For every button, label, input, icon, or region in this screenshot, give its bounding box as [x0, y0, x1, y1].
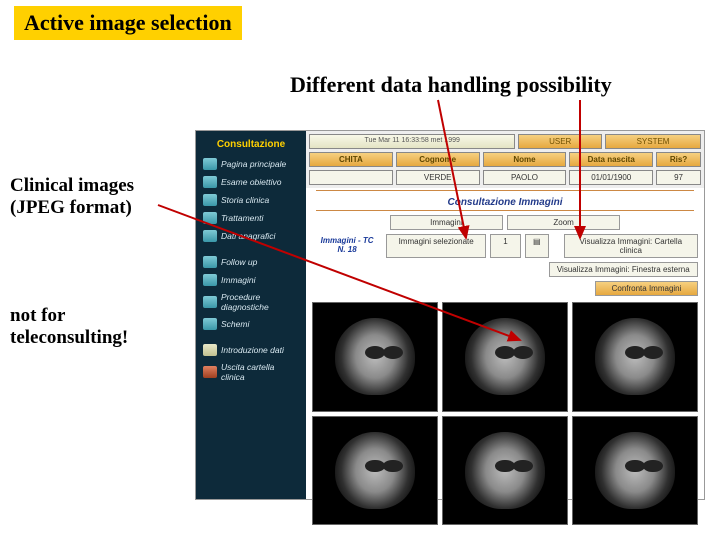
- col-zoom: Zoom: [507, 215, 620, 230]
- folder-icon: [203, 296, 217, 308]
- user-button[interactable]: USER: [518, 134, 602, 149]
- scan-thumbnail[interactable]: [572, 302, 698, 412]
- content-area: Tue Mar 11 16:33:58 met 1999 USER SYSTEM…: [306, 131, 704, 499]
- caption-clinical-images: Clinical images (JPEG format): [10, 175, 134, 219]
- controls-row-3: Confronta Immagini: [306, 279, 704, 298]
- sidebar-item-introduzione-dati[interactable]: Introduzione dati: [199, 342, 303, 358]
- col-nome: Nome: [483, 152, 567, 167]
- patient-header-row: CHITA Cognome Nome Data nascita Ris?: [306, 152, 704, 170]
- caption-teleconsulting: not for teleconsulting!: [10, 305, 128, 349]
- viz-esterna-button[interactable]: Visualizza Immagini: Finestra esterna: [549, 262, 699, 277]
- scan-thumbnail[interactable]: [572, 416, 698, 526]
- stepper-icon[interactable]: ▤: [525, 234, 549, 258]
- folder-icon: [203, 256, 217, 268]
- folder-icon: [203, 318, 217, 330]
- patient-value-row: VERDE PAOLO 01/01/1900 97: [306, 170, 704, 188]
- sidebar-item-immagini[interactable]: Immagini: [199, 272, 303, 288]
- col-chita: CHITA: [309, 152, 393, 167]
- val-nome: PAOLO: [483, 170, 567, 185]
- controls-row-2: Visualizza Immagini: Finestra esterna: [306, 260, 704, 279]
- col-cognome: Cognome: [396, 152, 480, 167]
- divider: [316, 190, 694, 191]
- val-ris: 97: [656, 170, 701, 185]
- exit-icon: [203, 366, 217, 378]
- timestamp-field: Tue Mar 11 16:33:58 met 1999: [309, 134, 515, 149]
- document-icon: [203, 344, 217, 356]
- folder-icon: [203, 274, 217, 286]
- count-field[interactable]: 1: [490, 234, 521, 258]
- val-data-nascita: 01/01/1900: [569, 170, 653, 185]
- topbar: Tue Mar 11 16:33:58 met 1999 USER SYSTEM: [306, 131, 704, 152]
- scan-thumbnail[interactable]: [312, 416, 438, 526]
- sidebar-item-dati-anagrafici[interactable]: Dati anagrafici: [199, 228, 303, 244]
- confronta-button[interactable]: Confronta Immagini: [595, 281, 698, 296]
- scan-thumbnail[interactable]: [312, 302, 438, 412]
- image-grid: [306, 298, 704, 529]
- sidebar-item-esame-obiettivo[interactable]: Esame obiettivo: [199, 174, 303, 190]
- sidebar-item-uscita-cartella[interactable]: Uscita cartella clinica: [199, 360, 303, 384]
- system-button[interactable]: SYSTEM: [605, 134, 701, 149]
- sidebar-title: Consultazione: [196, 139, 306, 150]
- sidebar-item-follow-up[interactable]: Follow up: [199, 254, 303, 270]
- slide-title: Active image selection: [14, 6, 242, 40]
- divider: [316, 210, 694, 211]
- section-title: Consultazione Immagini: [306, 197, 704, 208]
- tc-count-label: Immagini - TCN. 18: [312, 234, 382, 258]
- sidebar: Consultazione Pagina principale Esame ob…: [196, 131, 306, 499]
- sidebar-item-procedure-diagnostiche[interactable]: Procedure diagnostiche: [199, 290, 303, 314]
- val-chita: [309, 170, 393, 185]
- folder-icon: [203, 158, 217, 170]
- scan-thumbnail[interactable]: [442, 302, 568, 412]
- controls-row-1: Immagini - TCN. 18 Immagini selezionate …: [306, 232, 704, 260]
- viz-cartella-button[interactable]: Visualizza Immagini: Cartella clinica: [564, 234, 698, 258]
- col-data-nascita: Data nascita: [569, 152, 653, 167]
- sidebar-item-storia-clinica[interactable]: Storia clinica: [199, 192, 303, 208]
- col-immagini: Immagini: [390, 215, 503, 230]
- col-ris: Ris?: [656, 152, 701, 167]
- folder-icon: [203, 194, 217, 206]
- folder-icon: [203, 212, 217, 224]
- sidebar-item-pagina-principale[interactable]: Pagina principale: [199, 156, 303, 172]
- sidebar-item-trattamenti[interactable]: Trattamenti: [199, 210, 303, 226]
- slide-subtitle: Different data handling possibility: [290, 72, 612, 98]
- sidebar-item-schemi[interactable]: Schemi: [199, 316, 303, 332]
- scan-thumbnail[interactable]: [442, 416, 568, 526]
- immagini-selezionate-label: Immagini selezionate: [386, 234, 486, 258]
- folder-icon: [203, 176, 217, 188]
- app-window: Consultazione Pagina principale Esame ob…: [195, 130, 705, 500]
- controls-header-row: Immagini Zoom: [306, 213, 704, 232]
- folder-icon: [203, 230, 217, 242]
- val-cognome: VERDE: [396, 170, 480, 185]
